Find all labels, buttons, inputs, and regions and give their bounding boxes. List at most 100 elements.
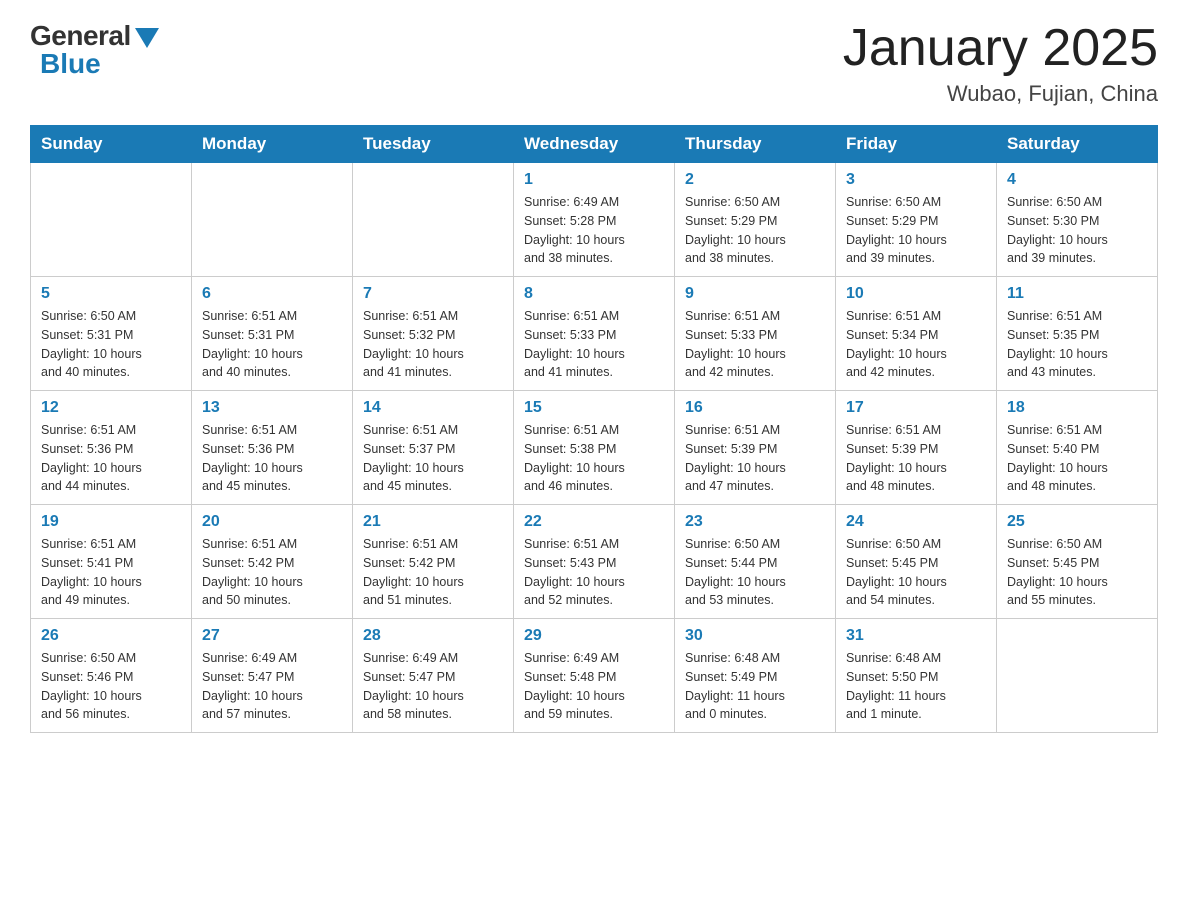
calendar-cell: 19Sunrise: 6:51 AM Sunset: 5:41 PM Dayli… <box>31 505 192 619</box>
day-number: 11 <box>1007 285 1147 303</box>
col-header-saturday: Saturday <box>997 126 1158 163</box>
day-info: Sunrise: 6:51 AM Sunset: 5:31 PM Dayligh… <box>202 307 342 382</box>
day-info: Sunrise: 6:51 AM Sunset: 5:40 PM Dayligh… <box>1007 421 1147 496</box>
day-number: 18 <box>1007 399 1147 417</box>
logo: General Blue <box>30 20 159 80</box>
day-number: 6 <box>202 285 342 303</box>
day-info: Sunrise: 6:50 AM Sunset: 5:44 PM Dayligh… <box>685 535 825 610</box>
calendar-cell: 28 Sunrise: 6:49 AM Sunset: 5:47 PM Dayli… <box>353 619 514 733</box>
title-block: January 2025 Wubao, Fujian, China <box>843 20 1158 107</box>
day-info: Sunrise: 6:51 AM Sunset: 5:32 PM Dayligh… <box>363 307 503 382</box>
calendar-week-row: 26 Sunrise: 6:50 AM Sunset: 5:46 PM Dayli… <box>31 619 1158 733</box>
calendar-cell: 25Sunrise: 6:50 AM Sunset: 5:45 PM Dayli… <box>997 505 1158 619</box>
col-header-tuesday: Tuesday <box>353 126 514 163</box>
calendar-week-row: 5Sunrise: 6:50 AM Sunset: 5:31 PM Daylig… <box>31 277 1158 391</box>
calendar-cell: 27 Sunrise: 6:49 AM Sunset: 5:47 PM Dayli… <box>192 619 353 733</box>
calendar-cell: 14 Sunrise: 6:51 AM Sunset: 5:37 PM Dayli… <box>353 391 514 505</box>
calendar-cell: 11 Sunrise: 6:51 AM Sunset: 5:35 PM Dayli… <box>997 277 1158 391</box>
calendar-cell: 16Sunrise: 6:51 AM Sunset: 5:39 PM Dayli… <box>675 391 836 505</box>
calendar-cell: 8 Sunrise: 6:51 AM Sunset: 5:33 PM Daylig… <box>514 277 675 391</box>
calendar-cell: 29 Sunrise: 6:49 AM Sunset: 5:48 PM Dayli… <box>514 619 675 733</box>
col-header-sunday: Sunday <box>31 126 192 163</box>
day-number: 3 <box>846 171 986 189</box>
day-number: 26 <box>41 627 181 645</box>
day-number: 21 <box>363 513 503 531</box>
logo-triangle-icon <box>135 28 159 48</box>
day-number: 2 <box>685 171 825 189</box>
day-number: 10 <box>846 285 986 303</box>
day-info: Sunrise: 6:51 AM Sunset: 5:33 PM Dayligh… <box>685 307 825 382</box>
location-text: Wubao, Fujian, China <box>843 81 1158 107</box>
calendar-cell <box>997 619 1158 733</box>
day-number: 5 <box>41 285 181 303</box>
calendar-cell: 22 Sunrise: 6:51 AM Sunset: 5:43 PM Dayli… <box>514 505 675 619</box>
day-info: Sunrise: 6:51 AM Sunset: 5:36 PM Dayligh… <box>202 421 342 496</box>
col-header-wednesday: Wednesday <box>514 126 675 163</box>
day-info: Sunrise: 6:50 AM Sunset: 5:30 PM Dayligh… <box>1007 193 1147 268</box>
calendar-cell: 2 Sunrise: 6:50 AM Sunset: 5:29 PM Daylig… <box>675 163 836 277</box>
calendar-cell: 20Sunrise: 6:51 AM Sunset: 5:42 PM Dayli… <box>192 505 353 619</box>
calendar-week-row: 12 Sunrise: 6:51 AM Sunset: 5:36 PM Dayli… <box>31 391 1158 505</box>
day-info: Sunrise: 6:51 AM Sunset: 5:35 PM Dayligh… <box>1007 307 1147 382</box>
day-number: 14 <box>363 399 503 417</box>
day-number: 20 <box>202 513 342 531</box>
calendar-cell: 13 Sunrise: 6:51 AM Sunset: 5:36 PM Dayli… <box>192 391 353 505</box>
day-number: 7 <box>363 285 503 303</box>
day-info: Sunrise: 6:51 AM Sunset: 5:37 PM Dayligh… <box>363 421 503 496</box>
calendar-cell: 1 Sunrise: 6:49 AM Sunset: 5:28 PM Daylig… <box>514 163 675 277</box>
day-number: 27 <box>202 627 342 645</box>
day-info: Sunrise: 6:50 AM Sunset: 5:29 PM Dayligh… <box>685 193 825 268</box>
day-info: Sunrise: 6:49 AM Sunset: 5:47 PM Dayligh… <box>202 649 342 724</box>
calendar-cell: 30Sunrise: 6:48 AM Sunset: 5:49 PM Dayli… <box>675 619 836 733</box>
day-info: Sunrise: 6:51 AM Sunset: 5:39 PM Dayligh… <box>846 421 986 496</box>
calendar-cell: 23 Sunrise: 6:50 AM Sunset: 5:44 PM Dayli… <box>675 505 836 619</box>
day-number: 16 <box>685 399 825 417</box>
calendar-cell: 3Sunrise: 6:50 AM Sunset: 5:29 PM Daylig… <box>836 163 997 277</box>
day-number: 8 <box>524 285 664 303</box>
day-number: 1 <box>524 171 664 189</box>
day-number: 24 <box>846 513 986 531</box>
day-number: 13 <box>202 399 342 417</box>
day-info: Sunrise: 6:51 AM Sunset: 5:36 PM Dayligh… <box>41 421 181 496</box>
day-number: 31 <box>846 627 986 645</box>
day-info: Sunrise: 6:51 AM Sunset: 5:43 PM Dayligh… <box>524 535 664 610</box>
calendar-cell <box>31 163 192 277</box>
day-info: Sunrise: 6:48 AM Sunset: 5:50 PM Dayligh… <box>846 649 986 724</box>
day-info: Sunrise: 6:51 AM Sunset: 5:34 PM Dayligh… <box>846 307 986 382</box>
day-number: 9 <box>685 285 825 303</box>
calendar-cell: 18 Sunrise: 6:51 AM Sunset: 5:40 PM Dayli… <box>997 391 1158 505</box>
day-number: 22 <box>524 513 664 531</box>
calendar-cell: 26 Sunrise: 6:50 AM Sunset: 5:46 PM Dayli… <box>31 619 192 733</box>
calendar-cell: 10 Sunrise: 6:51 AM Sunset: 5:34 PM Dayli… <box>836 277 997 391</box>
day-info: Sunrise: 6:51 AM Sunset: 5:33 PM Dayligh… <box>524 307 664 382</box>
calendar-cell: 5Sunrise: 6:50 AM Sunset: 5:31 PM Daylig… <box>31 277 192 391</box>
day-number: 29 <box>524 627 664 645</box>
calendar-cell: 4Sunrise: 6:50 AM Sunset: 5:30 PM Daylig… <box>997 163 1158 277</box>
day-number: 25 <box>1007 513 1147 531</box>
day-info: Sunrise: 6:51 AM Sunset: 5:42 PM Dayligh… <box>363 535 503 610</box>
calendar-week-row: 1 Sunrise: 6:49 AM Sunset: 5:28 PM Daylig… <box>31 163 1158 277</box>
day-info: Sunrise: 6:49 AM Sunset: 5:47 PM Dayligh… <box>363 649 503 724</box>
page-header: General Blue January 2025 Wubao, Fujian,… <box>30 20 1158 107</box>
calendar-cell: 7 Sunrise: 6:51 AM Sunset: 5:32 PM Daylig… <box>353 277 514 391</box>
day-number: 19 <box>41 513 181 531</box>
day-info: Sunrise: 6:49 AM Sunset: 5:28 PM Dayligh… <box>524 193 664 268</box>
calendar-cell: 12 Sunrise: 6:51 AM Sunset: 5:36 PM Dayli… <box>31 391 192 505</box>
calendar-cell: 24 Sunrise: 6:50 AM Sunset: 5:45 PM Dayli… <box>836 505 997 619</box>
day-info: Sunrise: 6:51 AM Sunset: 5:38 PM Dayligh… <box>524 421 664 496</box>
day-info: Sunrise: 6:49 AM Sunset: 5:48 PM Dayligh… <box>524 649 664 724</box>
day-info: Sunrise: 6:50 AM Sunset: 5:45 PM Dayligh… <box>846 535 986 610</box>
day-info: Sunrise: 6:50 AM Sunset: 5:46 PM Dayligh… <box>41 649 181 724</box>
calendar-cell: 31 Sunrise: 6:48 AM Sunset: 5:50 PM Dayli… <box>836 619 997 733</box>
calendar-cell: 15 Sunrise: 6:51 AM Sunset: 5:38 PM Dayli… <box>514 391 675 505</box>
day-number: 28 <box>363 627 503 645</box>
day-number: 17 <box>846 399 986 417</box>
calendar-table: SundayMondayTuesdayWednesdayThursdayFrid… <box>30 125 1158 733</box>
calendar-cell: 9 Sunrise: 6:51 AM Sunset: 5:33 PM Daylig… <box>675 277 836 391</box>
day-number: 30 <box>685 627 825 645</box>
day-number: 23 <box>685 513 825 531</box>
day-number: 15 <box>524 399 664 417</box>
col-header-thursday: Thursday <box>675 126 836 163</box>
day-number: 12 <box>41 399 181 417</box>
calendar-cell: 17 Sunrise: 6:51 AM Sunset: 5:39 PM Dayli… <box>836 391 997 505</box>
